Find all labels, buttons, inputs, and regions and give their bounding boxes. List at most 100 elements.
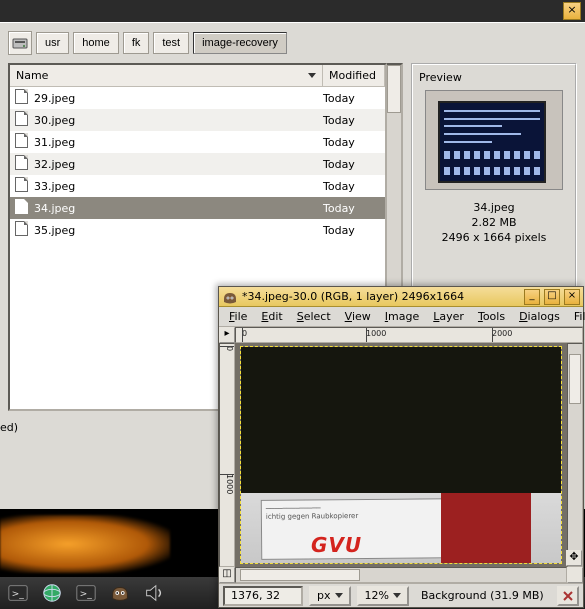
gimp-close-button[interactable]: × [564,289,580,305]
red-artifact [441,493,531,563]
file-modified: Today [323,136,385,149]
table-row[interactable]: 29.jpegToday [10,87,385,109]
gimp-titlebar[interactable]: *34.jpeg-30.0 (RGB, 1 layer) 2496x1664 _… [219,287,583,307]
gimp-title-text: *34.jpeg-30.0 (RGB, 1 layer) 2496x1664 [242,290,520,303]
scrollbar-thumb[interactable] [387,65,401,113]
file-modified: Today [323,158,385,171]
taskbar-terminal-2[interactable]: >_ [74,581,98,605]
breadcrumb-root-button[interactable] [8,31,32,55]
preview-title: Preview [419,71,569,84]
breadcrumb: usr home fk test image-recovery [0,23,585,63]
preview-filesize: 2.82 MB [419,215,569,230]
taskbar-gimp[interactable] [108,581,132,605]
gimp-zoom-combo[interactable]: 12% [357,586,409,606]
svg-text:>_: >_ [80,589,93,600]
breadcrumb-home[interactable]: home [73,32,119,54]
gimp-canvas[interactable]: ───────────── ichtig gegen Raubkopierer … [235,343,567,567]
gimp-window: *34.jpeg-30.0 (RGB, 1 layer) 2496x1664 _… [218,286,584,608]
hruler-tick-2000: 2000 [492,329,512,338]
speaker-icon [143,582,165,604]
breadcrumb-fk[interactable]: fk [123,32,150,54]
taskbar-browser[interactable] [40,581,64,605]
file-name: 29.jpeg [32,92,323,105]
menu-image[interactable]: Image [379,308,425,325]
gimp-hscroll-thumb[interactable] [240,569,360,581]
gvu-logo-text: GVU [311,533,362,557]
preview-dimensions: 2496 x 1664 pixels [419,230,569,245]
gimp-statusbar: 1376, 32 px 12% Background (31.9 MB) [219,583,583,607]
column-name-label: Name [16,69,48,82]
breadcrumb-image-recovery[interactable]: image-recovery [193,32,287,54]
file-icon [12,155,30,173]
gimp-zoom-label: 12% [365,589,389,602]
menu-tools[interactable]: Tools [472,308,511,325]
column-header-modified[interactable]: Modified [323,65,385,86]
file-name: 32.jpeg [32,158,323,171]
file-icon [12,177,30,195]
gimp-coords-field: 1376, 32 [223,586,303,606]
gimp-horizontal-ruler[interactable]: 0 1000 2000 [235,327,583,343]
chevron-down-icon [393,593,401,598]
file-name: 30.jpeg [32,114,323,127]
gimp-navigation-button[interactable]: ✥ [566,550,582,566]
gimp-menubar: File Edit Select View Image Layer Tools … [219,307,583,327]
file-name: 31.jpeg [32,136,323,149]
close-button[interactable]: × [563,2,581,20]
hruler-tick-1000: 1000 [366,329,386,338]
menu-edit[interactable]: Edit [255,308,288,325]
breadcrumb-test[interactable]: test [153,32,189,54]
gimp-horizontal-scrollbar[interactable] [235,567,567,583]
menu-view[interactable]: View [339,308,377,325]
decorative-graphic [0,515,170,573]
menu-filters[interactable]: Filters [568,308,585,325]
gimp-wilber-icon [222,289,238,305]
menu-dialogs[interactable]: Dialogs [513,308,566,325]
gimp-cancel-progress-button[interactable] [557,586,579,606]
gimp-minimize-button[interactable]: _ [524,289,540,305]
vruler-tick-1000: 1000 [225,474,234,494]
column-header-name[interactable]: Name [10,65,323,86]
table-row[interactable]: 34.jpegToday [10,197,385,219]
svg-text:>_: >_ [12,589,25,600]
chevron-down-icon [335,593,343,598]
gimp-vertical-ruler[interactable]: 0 1000 [219,343,235,567]
gimp-layer-status: Background (31.9 MB) [415,589,551,602]
file-icon [12,133,30,151]
table-row[interactable]: 33.jpegToday [10,175,385,197]
preview-filename: 34.jpeg [419,200,569,215]
gimp-vertical-scrollbar[interactable]: ✥ [567,343,583,567]
file-icon [12,111,30,129]
globe-icon [41,582,63,604]
menu-file[interactable]: File [223,308,253,325]
gimp-unit-combo[interactable]: px [309,586,351,606]
table-row[interactable]: 32.jpegToday [10,153,385,175]
file-icon [12,221,30,239]
gimp-icon [109,582,131,604]
file-name: 33.jpeg [32,180,323,193]
file-modified: Today [323,202,385,215]
menu-layer[interactable]: Layer [427,308,470,325]
cancel-icon [562,590,574,602]
file-name: 35.jpeg [32,224,323,237]
gimp-maximize-button[interactable]: □ [544,289,560,305]
gimp-quickmask-toggle[interactable]: ◫ [219,567,235,583]
preview-thumbnail [425,90,563,190]
file-modified: Today [323,224,385,237]
taskbar-terminal-1[interactable]: >_ [6,581,30,605]
gimp-corner-spacer [567,567,583,583]
table-row[interactable]: 35.jpegToday [10,219,385,241]
file-icon [12,89,30,107]
terminal-icon: >_ [75,582,97,604]
gimp-menu-dropdown-button[interactable]: ▸ [219,327,235,343]
file-modified: Today [323,114,385,127]
table-row[interactable]: 31.jpegToday [10,131,385,153]
menu-select[interactable]: Select [291,308,337,325]
truncated-window-titlebar: × [0,0,585,22]
table-row[interactable]: 30.jpegToday [10,109,385,131]
taskbar-audio[interactable] [142,581,166,605]
file-icon [12,199,30,217]
gimp-vscroll-thumb[interactable] [569,354,581,404]
file-name: 34.jpeg [32,202,323,215]
breadcrumb-usr[interactable]: usr [36,32,69,54]
gimp-unit-label: px [317,589,331,602]
